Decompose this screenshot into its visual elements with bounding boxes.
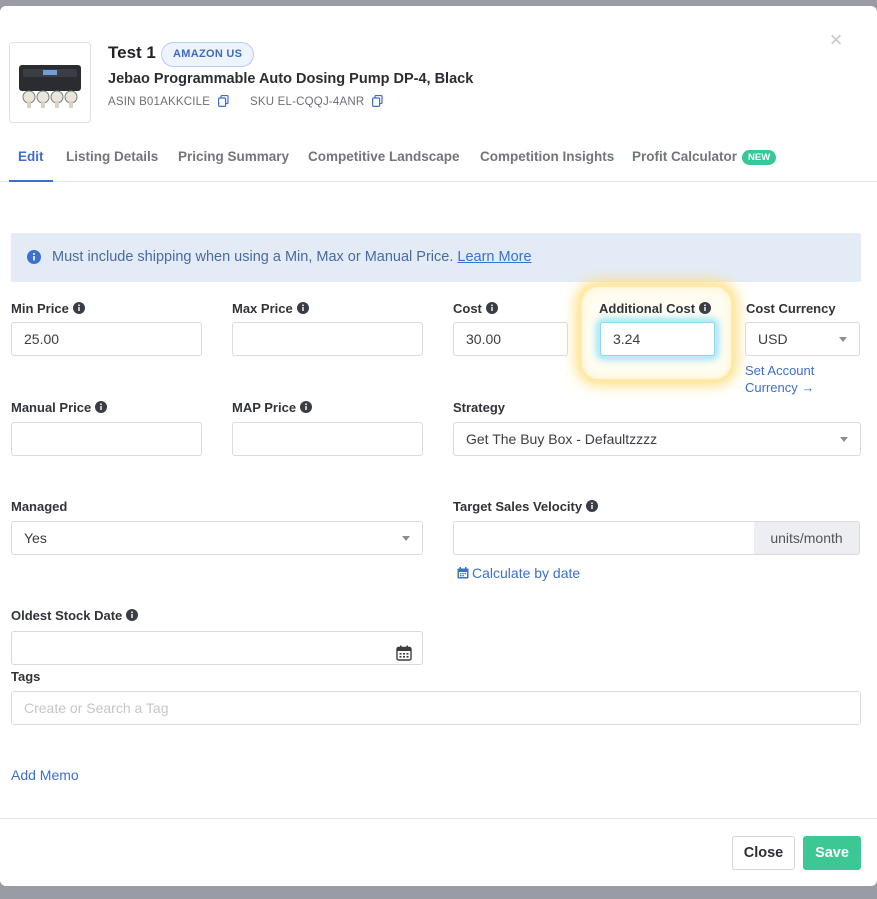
asin-field: ASIN B01AKKCILE bbox=[108, 94, 229, 110]
sku-field: SKU EL-CQQJ-4ANR bbox=[250, 94, 383, 110]
manual-price-label: Manual Price bbox=[11, 400, 108, 416]
info-icon bbox=[126, 609, 139, 624]
min-price-input[interactable] bbox=[11, 322, 202, 356]
tab-profit-calculator-label: Profit Calculator bbox=[632, 149, 738, 164]
listing-title: Test 1 bbox=[108, 43, 156, 62]
target-sales-velocity-input[interactable] bbox=[453, 521, 755, 555]
asin-label: ASIN bbox=[108, 96, 136, 108]
tab-competition-insights[interactable]: Competition Insights bbox=[480, 149, 614, 164]
product-thumbnail bbox=[9, 42, 91, 123]
tags-input[interactable] bbox=[11, 691, 861, 725]
banner-message: Must include shipping when using a Min, … bbox=[52, 249, 532, 265]
product-name: Jebao Programmable Auto Dosing Pump DP-4… bbox=[108, 71, 474, 87]
tab-profit-calculator[interactable]: Profit Calculator NEW bbox=[632, 149, 777, 165]
calendar-icon bbox=[457, 566, 469, 582]
min-price-label-text: Min Price bbox=[11, 301, 69, 316]
strategy-value: Get The Buy Box - Defaultzzzz bbox=[466, 431, 658, 447]
cost-currency-select[interactable]: USD bbox=[745, 322, 860, 356]
managed-label: Managed bbox=[11, 499, 68, 514]
cost-label-text: Cost bbox=[453, 301, 482, 316]
strategy-label: Strategy bbox=[453, 400, 506, 415]
save-button[interactable]: Save bbox=[803, 836, 861, 870]
additional-cost-label-text: Additional Cost bbox=[599, 301, 696, 316]
tab-listing-details[interactable]: Listing Details bbox=[66, 149, 158, 164]
set-account-currency-link[interactable]: Set Account Currency → bbox=[745, 362, 814, 396]
copy-asin-icon[interactable] bbox=[217, 94, 229, 110]
additional-cost-label: Additional Cost bbox=[599, 301, 712, 317]
cost-currency-value: USD bbox=[758, 331, 788, 347]
chevron-down-icon bbox=[402, 536, 410, 541]
asin-value: B01AKKCILE bbox=[139, 96, 211, 108]
calendar-icon[interactable] bbox=[396, 640, 412, 672]
info-icon bbox=[485, 302, 498, 317]
learn-more-link[interactable]: Learn More bbox=[457, 249, 531, 265]
max-price-label: Max Price bbox=[232, 301, 309, 317]
set-account-currency-line2: Currency → bbox=[745, 380, 815, 395]
close-button[interactable]: Close bbox=[732, 836, 795, 870]
tags-label: Tags bbox=[11, 669, 41, 684]
close-icon[interactable]: × bbox=[826, 29, 846, 51]
oldest-stock-date-label: Oldest Stock Date bbox=[11, 608, 139, 624]
target-sales-velocity-label: Target Sales Velocity bbox=[453, 499, 599, 515]
info-icon bbox=[586, 500, 599, 515]
marketplace-badge: AMAZON US bbox=[161, 42, 255, 67]
info-icon bbox=[296, 302, 309, 317]
cost-input[interactable] bbox=[453, 322, 568, 356]
sku-label: SKU bbox=[250, 96, 275, 108]
oldest-stock-date-label-text: Oldest Stock Date bbox=[11, 608, 123, 623]
chevron-down-icon bbox=[840, 437, 848, 442]
manual-price-input[interactable] bbox=[11, 422, 202, 456]
copy-sku-icon[interactable] bbox=[371, 94, 383, 110]
sku-value: EL-CQQJ-4ANR bbox=[277, 96, 365, 108]
map-price-label-text: MAP Price bbox=[232, 400, 297, 415]
tab-bar: Edit Listing Details Pricing Summary Com… bbox=[0, 140, 877, 182]
info-icon bbox=[27, 250, 41, 269]
add-memo-link[interactable]: Add Memo bbox=[11, 767, 79, 783]
edit-listing-modal: Test 1 AMAZON US Jebao Programmable Auto… bbox=[0, 6, 877, 886]
footer-divider bbox=[0, 818, 877, 819]
manual-price-label-text: Manual Price bbox=[11, 400, 92, 415]
active-tab-indicator bbox=[9, 180, 53, 182]
target-sales-velocity-label-text: Target Sales Velocity bbox=[453, 499, 583, 514]
max-price-input[interactable] bbox=[232, 322, 423, 356]
info-icon bbox=[72, 302, 85, 317]
set-account-currency-line1: Set Account bbox=[745, 363, 815, 378]
managed-value: Yes bbox=[24, 530, 47, 546]
units-per-month-addon: units/month bbox=[754, 521, 860, 555]
managed-select[interactable]: Yes bbox=[11, 521, 423, 555]
calculate-by-date-text: Calculate by date bbox=[472, 565, 581, 581]
tab-edit[interactable]: Edit bbox=[18, 149, 44, 164]
min-price-label: Min Price bbox=[11, 301, 85, 317]
info-icon bbox=[300, 401, 313, 416]
info-icon bbox=[95, 401, 108, 416]
map-price-label: MAP Price bbox=[232, 400, 313, 416]
oldest-stock-date-input[interactable] bbox=[11, 631, 423, 665]
cost-currency-label: Cost Currency bbox=[746, 301, 836, 316]
additional-cost-input[interactable] bbox=[600, 322, 715, 356]
max-price-label-text: Max Price bbox=[232, 301, 293, 316]
dosing-pump-image bbox=[19, 64, 81, 108]
cost-label: Cost bbox=[453, 301, 498, 317]
strategy-select[interactable]: Get The Buy Box - Defaultzzzz bbox=[453, 422, 861, 456]
map-price-input[interactable] bbox=[232, 422, 423, 456]
info-icon bbox=[699, 302, 712, 317]
info-banner: Must include shipping when using a Min, … bbox=[11, 233, 861, 282]
calculate-by-date-link[interactable]: Calculate by date bbox=[457, 565, 580, 582]
chevron-down-icon bbox=[839, 337, 847, 342]
new-badge: NEW bbox=[742, 150, 777, 165]
banner-text: Must include shipping when using a Min, … bbox=[52, 249, 454, 265]
tab-competitive-landscape[interactable]: Competitive Landscape bbox=[308, 149, 460, 164]
tab-pricing-summary[interactable]: Pricing Summary bbox=[178, 149, 289, 164]
